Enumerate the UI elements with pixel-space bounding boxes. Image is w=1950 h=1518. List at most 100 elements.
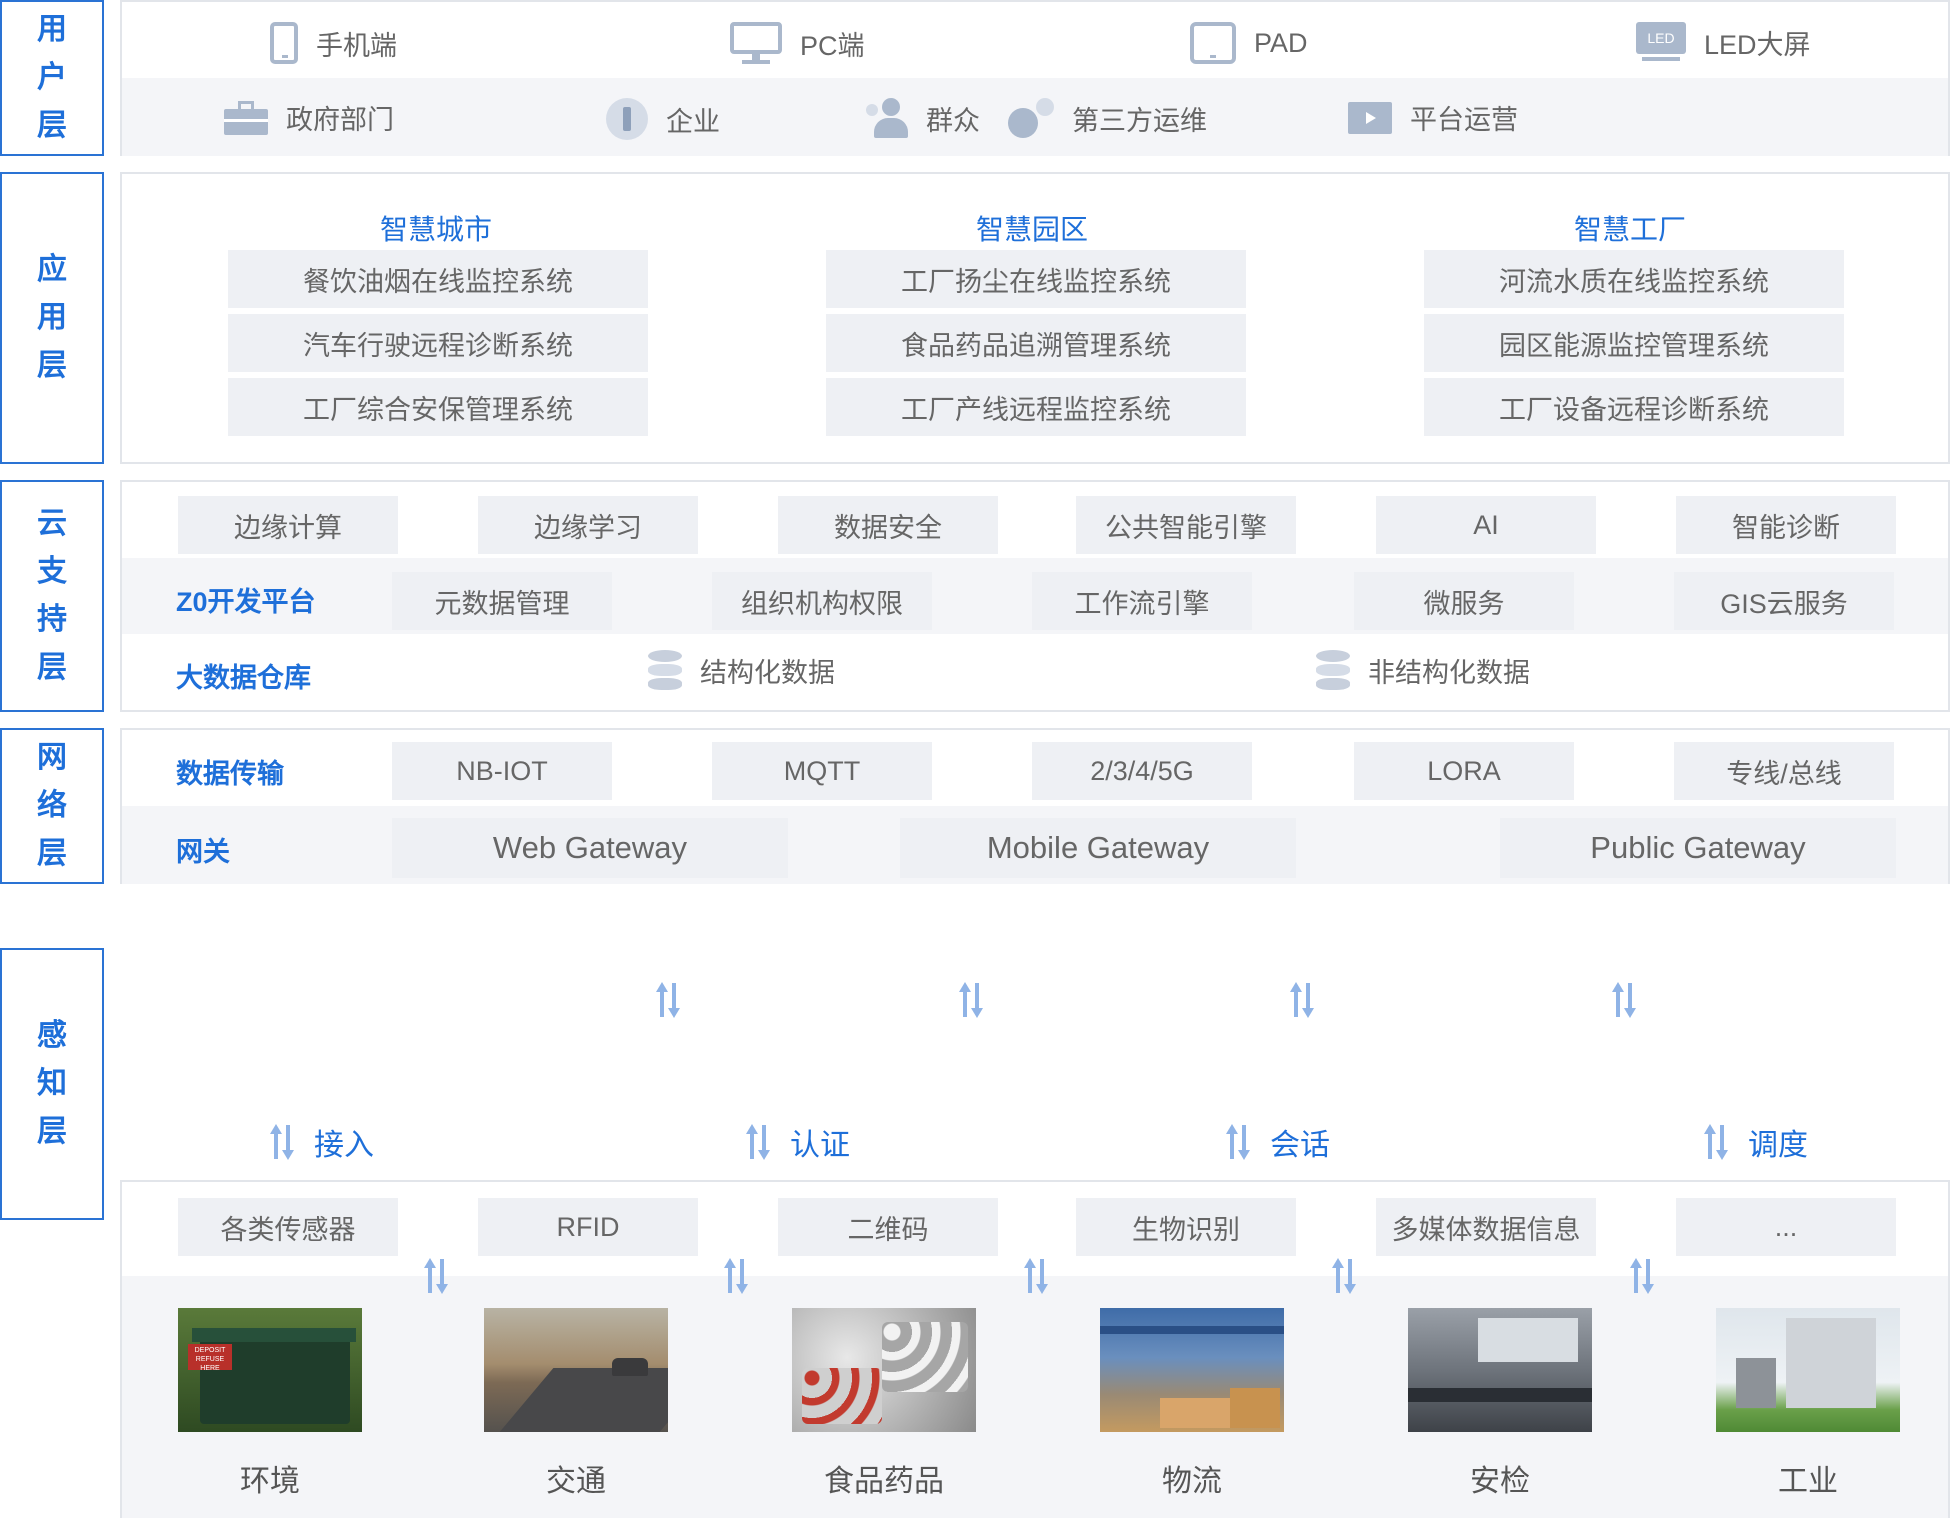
layer-label-char: 用 [37,301,67,334]
capability-box: 边缘学习 [478,496,698,554]
layer-label-char: 层 [37,1115,67,1148]
warehouse-unstructured: 非结构化数据 [1316,650,1530,690]
led-screen-icon: LED [1636,22,1686,62]
scene-photo-traffic [484,1308,668,1432]
layer-label-char: 层 [37,109,67,142]
role-operations: 平台运营 [1348,98,1518,137]
capability-box: 智能诊断 [1676,496,1896,554]
source-box: 各类传感器 [178,1198,398,1256]
layer-label-char: 用 [37,13,67,46]
connector-auth: 认证 [742,1120,850,1164]
warehouse-label: 大数据仓库 [176,663,311,693]
app-group-title: 智慧工厂 [1573,214,1686,245]
people-icon [866,98,908,138]
dev-platform-box: 元数据管理 [392,572,612,630]
database-icon [1316,650,1350,690]
warehouse-item-label: 非结构化数据 [1368,657,1530,688]
capability-box: AI [1376,496,1596,554]
layer-label-char: 户 [37,61,67,94]
dev-platform-box: 工作流引擎 [1032,572,1252,630]
connector-label: 接入 [314,1129,374,1162]
briefcase-icon [224,100,268,135]
bidirectional-arrow-icon [652,980,684,1020]
device-label: 手机端 [316,30,397,61]
role-enterprise: 企业 [606,98,720,140]
app-system-box: 工厂扬尘在线监控系统 [826,250,1246,308]
scene-caption: 食品药品 [824,1465,944,1498]
app-layer-panel: 智慧城市 餐饮油烟在线监控系统 汽车行驶远程诊断系统 工厂综合安保管理系统 智慧… [120,172,1950,464]
warehouse-structured: 结构化数据 [648,650,835,690]
device-label: PC端 [800,30,865,61]
layer-label-char: 层 [37,349,67,382]
scene-caption: 环境 [240,1465,300,1498]
scene-caption: 工业 [1778,1465,1838,1498]
transport-box: 专线/总线 [1674,742,1894,800]
user-layer-panel: 手机端 PC端 PAD LED LED大屏 政府部门 企业 群众 第三方运维 平… [120,0,1950,156]
bidirectional-arrow-icon [720,1256,752,1296]
bidirectional-arrow-icon [266,1122,298,1162]
gateway-box: Web Gateway [392,818,788,878]
layer-label-char: 网 [37,741,67,774]
scene-photo-environment: DEPOSIT REFUSE HERE [178,1308,362,1432]
app-system-box: 食品药品追溯管理系统 [826,314,1246,372]
layer-label-char: 云 [37,507,67,540]
layer-label-char: 知 [37,1067,67,1100]
app-group-title: 智慧城市 [379,214,492,245]
tie-icon [606,98,648,140]
device-pc: PC端 [730,22,865,64]
scene-photo-logistics [1100,1308,1284,1432]
device-label: LED大屏 [1704,29,1811,60]
app-group-title: 智慧园区 [975,214,1088,245]
bidirectional-arrow-icon [955,980,987,1020]
dev-platform-box: 组织机构权限 [712,572,932,630]
role-label: 第三方运维 [1072,105,1207,136]
connector-label: 调度 [1748,1129,1808,1162]
gateway-label: 网关 [176,837,230,867]
scene-photo-food-drug [792,1308,976,1432]
role-public: 群众 [866,98,980,138]
bidirectional-arrow-icon [1608,980,1640,1020]
source-box: 二维码 [778,1198,998,1256]
dev-platform-box: 微服务 [1354,572,1574,630]
app-system-box: 工厂设备远程诊断系统 [1424,378,1844,436]
connector-label: 会话 [1270,1129,1330,1162]
monitor-icon [730,22,782,64]
bidirectional-arrow-icon [1020,1256,1052,1296]
connector-label: 认证 [790,1129,850,1162]
app-system-box: 餐饮油烟在线监控系统 [228,250,648,308]
dev-platform-box: GIS云服务 [1674,572,1894,630]
connector-access: 接入 [266,1120,374,1164]
source-box: 生物识别 [1076,1198,1296,1256]
database-icon [648,650,682,690]
bidirectional-arrow-icon [1626,1256,1658,1296]
layer-label-char: 支 [37,555,67,588]
app-system-box: 汽车行驶远程诊断系统 [228,314,648,372]
layer-label-perception: 感知层 [0,948,104,1220]
layer-label-char: 感 [37,1019,67,1052]
source-box: ... [1676,1198,1896,1256]
connector-session: 会话 [1222,1120,1330,1164]
layer-label-char: 层 [37,837,67,870]
transport-box: MQTT [712,742,932,800]
transport-box: 2/3/4/5G [1032,742,1252,800]
capability-box: 边缘计算 [178,496,398,554]
device-led: LED LED大屏 [1636,22,1811,62]
scene-photo-industry [1716,1308,1900,1432]
transport-box: LORA [1354,742,1574,800]
transport-label: 数据传输 [176,759,284,789]
bidirectional-arrow-icon [1328,1256,1360,1296]
layer-label-char: 络 [37,789,67,822]
perception-layer-panel: 各类传感器 RFID 二维码 生物识别 多媒体数据信息 ... DEPOSIT … [120,1180,1950,1518]
cloud-layer-panel: 边缘计算 边缘学习 数据安全 公共智能引擎 AI 智能诊断 Z0开发平台 元数据… [120,480,1950,712]
layer-label-char: 应 [37,253,67,286]
gateway-box: Public Gateway [1500,818,1896,878]
tablet-icon [1190,22,1236,64]
mobile-phone-icon [270,22,298,64]
bidirectional-arrow-icon [1700,1122,1732,1162]
role-label: 政府部门 [286,105,394,135]
bidirectional-arrow-icon [1222,1122,1254,1162]
app-system-box: 工厂产线远程监控系统 [826,378,1246,436]
warehouse-item-label: 结构化数据 [700,657,835,688]
layer-label-app: 应用层 [0,172,104,464]
transport-box: NB-IOT [392,742,612,800]
